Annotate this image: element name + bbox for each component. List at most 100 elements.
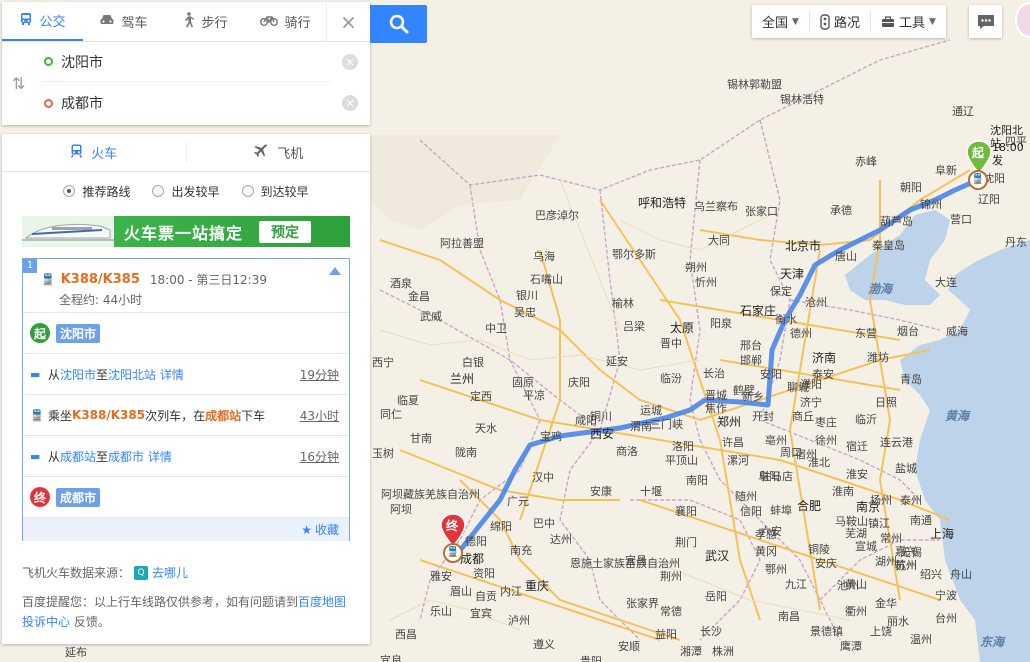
route-card-header[interactable]: 1 🚆 K388/K385 18:00 - 第三日12:39 全程约: 44小时 [23, 259, 349, 313]
map-toolbar: 全国 ▼ 路况 工具 ▼ [752, 5, 946, 38]
step-link[interactable]: 沈阳北站 [108, 366, 156, 383]
city-label: 台州 [935, 612, 957, 625]
city-label: 银川 [516, 289, 538, 302]
route-step[interactable]: 🚆 乘坐 K388/K385 次列车，在 成都站 下车 43小时 [23, 395, 349, 436]
city-label: 临沂 [855, 413, 877, 426]
start-field[interactable]: 沈阳市 × [42, 42, 358, 82]
message-button[interactable] [969, 5, 1002, 38]
city-label: 青岛 [900, 373, 922, 386]
city-label: 宜宾 [470, 607, 492, 620]
city-label: 阿拉善盟 [440, 237, 484, 250]
swap-icon[interactable]: ⇅ [12, 74, 25, 93]
route-step[interactable]: ▬ 从 沈阳市 至 沈阳北站 详情 19分钟 [23, 354, 349, 395]
step-link[interactable]: 成都市 [108, 448, 144, 465]
end-place[interactable]: 成都市 [56, 487, 101, 507]
city-label: 衡水 [775, 313, 797, 326]
start-place[interactable]: 沈阳市 [56, 323, 101, 343]
city-label: 白银 [462, 356, 484, 369]
search-button[interactable] [370, 5, 427, 43]
toolbox-icon [881, 15, 894, 27]
collapse-icon[interactable] [329, 267, 341, 275]
city-label: 沧州 [805, 296, 827, 309]
tab-walk[interactable]: 步行 [164, 2, 245, 41]
city-label: 鹤壁 [733, 384, 755, 397]
city-label: 秦皇岛 [872, 239, 905, 252]
car-icon [99, 13, 115, 31]
close-icon[interactable]: × [326, 2, 370, 41]
tab-bus[interactable]: 公交 [2, 2, 83, 41]
detail-link[interactable]: 详情 [160, 366, 184, 383]
sort-depart-early[interactable]: 出发较早 [152, 183, 220, 200]
disclaimer-text: 百度提醒您：以上行车线路仅供参考，如有问题请到 [22, 595, 299, 609]
route-total-time: 全程约: 44小时 [59, 293, 143, 307]
city-label: 辽阳 [978, 193, 1000, 206]
train-icon [70, 144, 83, 162]
city-label: 北京市 [785, 239, 822, 253]
city-label: 德州 [790, 327, 812, 340]
city-label: 中卫 [485, 322, 507, 335]
city-label: 安阳 [760, 368, 782, 381]
traffic-button[interactable]: 路况 [808, 11, 870, 32]
route-index: 1 [23, 259, 37, 273]
city-label: 忻州 [695, 276, 717, 289]
city-label: 兰州 [450, 372, 475, 386]
ticket-banner[interactable]: 火车票一站搞定 预定 [22, 216, 350, 247]
step-link[interactable]: 沈阳市 [60, 366, 96, 383]
city-label: 枣庄 [815, 416, 837, 429]
city-label: 丽水 [887, 615, 909, 628]
sort-recommended[interactable]: 推荐路线 [63, 183, 130, 200]
city-label: 东营 [855, 327, 877, 340]
tools-menu[interactable]: 工具 ▼ [869, 11, 946, 32]
region-selector[interactable]: 全国 ▼ [752, 12, 809, 32]
clear-start-icon[interactable]: × [342, 53, 358, 70]
end-field[interactable]: 成都市 × [42, 83, 358, 123]
end-dot-icon [44, 98, 53, 108]
tab-train[interactable]: 火车 [2, 134, 186, 171]
city-label: 德阳 [465, 535, 487, 548]
route-start-row: 起 沈阳市 [23, 313, 349, 354]
city-label: 临夏 [397, 394, 419, 407]
train-number: K388/K385 [60, 272, 140, 287]
city-label: 延安 [606, 355, 628, 368]
route-endpoints: ⇅ 沈阳市 × 成都市 × [2, 42, 370, 124]
city-label: 宝鸡 [540, 430, 562, 443]
city-label: 黄山 [845, 578, 867, 591]
step-duration[interactable]: 19分钟 [300, 366, 339, 383]
bus-icon [19, 12, 33, 30]
city-label: 西宁 [372, 356, 394, 369]
sea-label: 渤海 [868, 282, 893, 296]
favorite-button[interactable]: ★ 收藏 [23, 518, 349, 541]
detail-link[interactable]: 详情 [148, 448, 172, 465]
source-provider-link[interactable]: 去哪儿 [152, 564, 188, 581]
tab-plane[interactable]: 飞机 [185, 142, 371, 163]
city-label: 濮阳 [800, 378, 822, 391]
city-label: 九江 [785, 578, 807, 591]
city-label: 贵阳 [580, 655, 602, 662]
city-label: 济南 [812, 351, 837, 365]
city-label: 唐山 [835, 250, 857, 263]
route-step[interactable]: ▬ 从 成都站 至 成都市 详情 16分钟 [23, 436, 349, 477]
sort-arrive-early[interactable]: 到达较早 [241, 183, 309, 200]
city-label: 南京 [856, 500, 881, 514]
step-link[interactable]: 成都站 [60, 448, 96, 465]
tab-drive[interactable]: 驾车 [83, 2, 164, 41]
city-label: 镇江 [868, 517, 890, 530]
city-label: 杭州 [895, 559, 917, 572]
step-train-number: K388/K385 [72, 408, 146, 422]
city-label: 朝阳 [900, 181, 922, 194]
step-duration[interactable]: 43小时 [300, 407, 339, 424]
route-card[interactable]: 1 🚆 K388/K385 18:00 - 第三日12:39 全程约: 44小时… [22, 258, 350, 541]
city-label: 日照 [875, 396, 897, 409]
train-small-icon: 🚆 [41, 273, 55, 286]
bus-step-icon: ▬ [30, 449, 41, 463]
result-panel: 火车 飞机 推荐路线 出发较早 到达较早 火车票一站搞定 预定 1 🚆 K388… [2, 134, 370, 644]
city-label: 定西 [470, 390, 492, 403]
city-label: 大连 [935, 276, 957, 289]
city-label: 上海 [930, 527, 955, 541]
tab-bike[interactable]: 骑行 [245, 2, 326, 41]
book-button[interactable]: 预定 [259, 220, 312, 243]
clear-end-icon[interactable]: × [342, 95, 358, 111]
city-label: 威海 [946, 325, 968, 338]
banner-text: 火车票一站搞定 [124, 223, 244, 243]
step-duration[interactable]: 16分钟 [300, 448, 339, 465]
